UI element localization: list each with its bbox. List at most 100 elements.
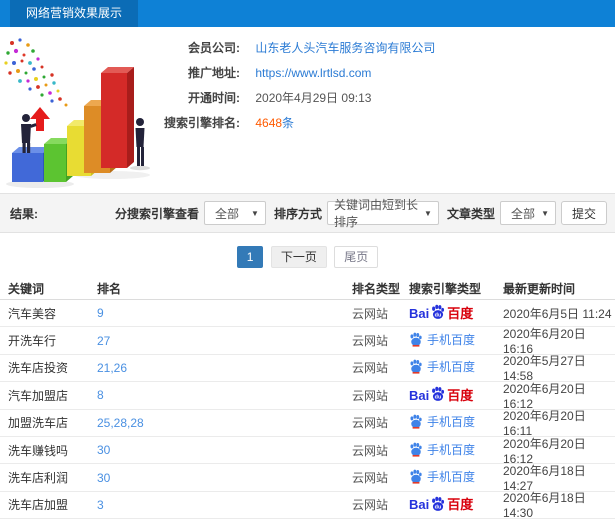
rank-link[interactable]: 9: [97, 306, 104, 320]
updated-cell: 2020年6月20日 16:16: [503, 327, 586, 357]
rank-type-cell: 云网站: [352, 498, 389, 513]
engine-cell: 手机百度: [409, 331, 503, 350]
page-1-button[interactable]: 1: [236, 246, 264, 268]
engine-cell: Bai du 百度: [409, 496, 503, 513]
member-company-link[interactable]: 山东老人头汽车服务咨询有限公司: [255, 41, 435, 55]
engine-cell: Bai du 百度: [409, 387, 503, 403]
engine-cell: 手机百度: [409, 468, 503, 487]
rank-link[interactable]: 8: [97, 388, 104, 402]
rank-type-cell: 云网站: [352, 334, 389, 349]
sort-filter-value: 关键词由短到长排序: [333, 198, 418, 229]
open-time-row: 开通时间: 2020年4月29日 09:13: [60, 86, 435, 111]
mobile-baidu-logo: 手机百度: [409, 358, 475, 375]
header-keyword: 关键词: [8, 282, 45, 296]
keyword-cell: 加盟洗车店: [8, 416, 69, 431]
table-row: 汽车美容 9 云网站 Bai du 百度 2020年6月5日 11:24: [0, 300, 615, 328]
header-rank: 排名: [97, 282, 122, 296]
engine-cell: 手机百度: [409, 441, 503, 460]
engine-rank-value: 4648条: [255, 116, 294, 130]
open-time-label: 开通时间:: [188, 91, 240, 105]
rank-link[interactable]: 3: [97, 498, 104, 512]
baidu-logo: Bai du 百度: [409, 387, 474, 403]
keyword-cell: 洗车店利润: [8, 471, 69, 486]
rank-type-cell: 云网站: [352, 361, 389, 376]
chevron-down-icon: ▼: [541, 208, 549, 218]
mobile-baidu-paw-icon: [410, 414, 422, 429]
table-row: 汽车加盟店 8 云网站 Bai du 百度 2020年6月20日 16:12: [0, 381, 615, 411]
rank-unit: 条: [282, 116, 295, 130]
baidu-logo: Bai du 百度: [409, 496, 474, 513]
promo-url-row: 推广地址: https://www.lrtlsd.com: [60, 61, 435, 86]
mobile-baidu-paw-icon: [410, 442, 422, 457]
promo-url-label: 推广地址:: [188, 66, 240, 80]
updated-cell: 2020年5月27日 14:58: [503, 354, 586, 384]
updated-cell: 2020年6月18日 14:30: [503, 491, 586, 520]
results-table: 关键词 排名 排名类型 搜索引擎类型 最新更新时间 汽车美容 9 云网站 Bai…: [0, 278, 615, 520]
keyword-cell: 汽车加盟店: [8, 388, 69, 403]
updated-cell: 2020年6月20日 16:12: [503, 381, 586, 411]
engine-filter-select[interactable]: 全部 ▼: [203, 201, 266, 225]
engine-cell: 手机百度: [409, 413, 503, 432]
baidu-paw-icon: du: [432, 304, 445, 320]
engine-rank-label: 搜索引擎排名:: [164, 116, 240, 130]
table-row: 洗车店加盟 3 云网站 Bai du 百度 2020年6月18日 14:30: [0, 491, 615, 520]
submit-button[interactable]: 提交: [560, 201, 607, 225]
rank-link[interactable]: 25,28,28: [97, 416, 144, 430]
header-updated: 最新更新时间: [503, 282, 576, 296]
updated-cell: 2020年6月20日 16:11: [503, 409, 586, 439]
engine-filter-value: 全部: [214, 206, 239, 221]
up-arrow-icon: [30, 107, 50, 131]
rank-type-cell: 云网站: [352, 388, 389, 403]
page-title-tab[interactable]: 网络营销效果展示: [10, 0, 139, 27]
filter-bar: 结果: 分搜索引擎查看 全部 ▼ 排序方式 关键词由短到长排序 ▼ 文章类型 全…: [0, 193, 615, 233]
mobile-baidu-paw-icon: [410, 469, 422, 484]
updated-cell: 2020年6月5日 11:24: [503, 306, 612, 321]
rank-type-cell: 云网站: [352, 471, 389, 486]
article-type-select[interactable]: 全部 ▼: [499, 201, 556, 225]
mobile-baidu-logo: 手机百度: [409, 413, 475, 430]
sort-filter-select[interactable]: 关键词由短到长排序 ▼: [326, 198, 439, 229]
promo-url-link[interactable]: https://www.lrtlsd.com: [255, 66, 371, 80]
table-row: 洗车店投资 21,26 云网站 手机百度 2020年5月27日 14:58: [0, 354, 615, 384]
mobile-baidu-logo: 手机百度: [409, 331, 475, 348]
mobile-baidu-paw-icon: [410, 332, 422, 347]
rank-link[interactable]: 30: [97, 471, 110, 485]
chevron-down-icon: ▼: [424, 208, 432, 218]
result-label: 结果:: [10, 206, 38, 221]
header-rank-type: 排名类型: [352, 282, 401, 296]
table-row: 加盟洗车店 25,28,28 云网站 手机百度 2020年6月20日 16:11: [0, 409, 615, 439]
top-bar: 网络营销效果展示: [0, 0, 615, 27]
open-time-value: 2020年4月29日 09:13: [255, 91, 372, 105]
header-engine-type: 搜索引擎类型: [409, 282, 482, 296]
rank-link[interactable]: 27: [97, 334, 110, 348]
article-type-label: 文章类型: [446, 206, 495, 221]
keyword-cell: 洗车店加盟: [8, 498, 69, 513]
member-company-row: 会员公司: 山东老人头汽车服务咨询有限公司: [60, 36, 435, 61]
next-page-button[interactable]: 下一页: [270, 246, 327, 268]
rank-type-cell: 云网站: [352, 443, 389, 458]
keyword-cell: 洗车赚钱吗: [8, 443, 69, 458]
svg-text:du: du: [435, 313, 442, 319]
mobile-baidu-logo: 手机百度: [409, 468, 475, 485]
keyword-cell: 开洗车行: [8, 334, 57, 349]
marketing-report-page: 网络营销效果展示 会员公司: 山东老人头汽车服务咨询有限公司 推广地址: htt…: [0, 0, 615, 520]
mobile-baidu-paw-icon: [410, 360, 422, 375]
chevron-down-icon: ▼: [251, 208, 259, 218]
rank-type-cell: 云网站: [352, 306, 389, 321]
filter-controls: 分搜索引擎查看 全部 ▼ 排序方式 关键词由短到长排序 ▼ 文章类型 全部 ▼ …: [112, 198, 607, 229]
sort-filter-label: 排序方式: [273, 206, 322, 221]
table-header-row: 关键词 排名 排名类型 搜索引擎类型 最新更新时间: [0, 278, 615, 300]
mobile-baidu-logo: 手机百度: [409, 441, 475, 458]
table-row: 洗车赚钱吗 30 云网站 手机百度 2020年6月20日 16:12: [0, 437, 615, 466]
rank-link[interactable]: 30: [97, 443, 110, 457]
rank-link[interactable]: 21,26: [97, 361, 127, 375]
last-page-button[interactable]: 尾页: [334, 246, 379, 268]
engine-cell: Bai du 百度: [409, 304, 503, 321]
keyword-cell: 汽车美容: [8, 306, 57, 321]
engine-filter-label: 分搜索引擎查看: [114, 206, 199, 221]
member-company-label: 会员公司:: [188, 41, 240, 55]
keyword-cell: 洗车店投资: [8, 361, 69, 376]
company-info-section: 会员公司: 山东老人头汽车服务咨询有限公司 推广地址: https://www.…: [0, 27, 615, 193]
company-info-fields: 会员公司: 山东老人头汽车服务咨询有限公司 推广地址: https://www.…: [60, 36, 435, 136]
table-row: 开洗车行 27 云网站 手机百度 2020年6月20日 16:16: [0, 327, 615, 357]
